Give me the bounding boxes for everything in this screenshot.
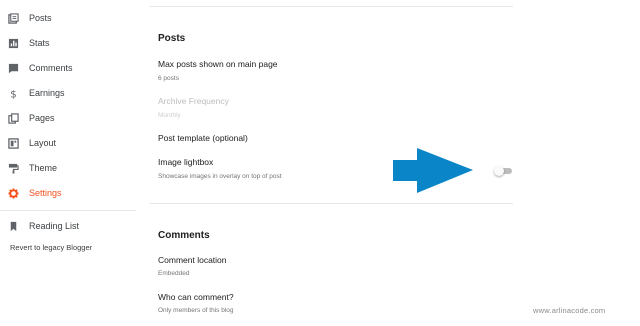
sidebar-item-earnings[interactable]: $ Earnings xyxy=(8,83,65,103)
layout-icon xyxy=(8,137,19,149)
divider xyxy=(150,203,513,204)
sidebar: Posts Stats Comments $ Earnings Pages La… xyxy=(0,0,140,326)
post-template-setting[interactable]: Post template (optional) xyxy=(158,133,248,143)
sidebar-item-label: Posts xyxy=(29,13,52,23)
image-lightbox-description: Showcase images in overlay on top of pos… xyxy=(158,173,282,180)
toggle-thumb xyxy=(494,166,504,176)
bookmark-icon xyxy=(8,221,19,232)
annotation-arrow xyxy=(393,148,473,193)
dollar-icon: $ xyxy=(8,88,19,98)
sidebar-item-comments[interactable]: Comments xyxy=(8,58,73,78)
sidebar-item-label: Layout xyxy=(29,138,57,148)
comment-location-setting[interactable]: Comment location xyxy=(158,255,227,265)
comment-location-value: Embedded xyxy=(158,270,190,277)
image-lightbox-setting: Image lightbox xyxy=(158,157,214,167)
divider xyxy=(150,6,513,7)
sidebar-item-label: Settings xyxy=(29,188,62,198)
sidebar-item-label: Comments xyxy=(29,63,73,73)
archive-frequency-setting: Archive Frequency xyxy=(158,96,229,106)
max-posts-value: 6 posts xyxy=(158,75,179,82)
sidebar-item-label: Pages xyxy=(29,113,55,123)
who-can-comment-setting[interactable]: Who can comment? xyxy=(158,292,234,302)
posts-section-title: Posts xyxy=(158,33,186,44)
sidebar-item-posts[interactable]: Posts xyxy=(8,8,52,28)
sidebar-item-label: Earnings xyxy=(29,88,65,98)
sidebar-item-settings[interactable]: Settings xyxy=(8,183,62,203)
who-can-comment-value: Only members of this blog xyxy=(158,307,234,314)
sidebar-item-theme[interactable]: Theme xyxy=(8,158,57,178)
sidebar-item-label: Reading List xyxy=(29,221,80,231)
comments-section-title: Comments xyxy=(158,230,210,241)
pages-icon xyxy=(8,112,19,124)
sidebar-item-stats[interactable]: Stats xyxy=(8,33,50,53)
sidebar-item-pages[interactable]: Pages xyxy=(8,108,55,128)
watermark: www.arlinacode.com xyxy=(533,306,606,315)
revert-legacy-link[interactable]: Revert to legacy Blogger xyxy=(10,243,92,252)
sidebar-item-label: Theme xyxy=(29,163,58,173)
posts-icon xyxy=(8,12,19,24)
max-posts-setting[interactable]: Max posts shown on main page xyxy=(158,59,278,69)
comments-icon xyxy=(8,63,19,74)
archive-frequency-value: Monthly xyxy=(158,112,181,119)
image-lightbox-toggle[interactable] xyxy=(494,166,514,176)
sidebar-item-label: Stats xyxy=(29,38,50,48)
svg-text:$: $ xyxy=(10,89,16,98)
sidebar-item-layout[interactable]: Layout xyxy=(8,133,56,153)
paint-roller-icon xyxy=(8,163,19,174)
sidebar-divider xyxy=(0,210,136,211)
stats-icon xyxy=(8,38,19,49)
sidebar-item-reading-list[interactable]: Reading List xyxy=(8,216,79,236)
gear-icon xyxy=(8,187,19,199)
